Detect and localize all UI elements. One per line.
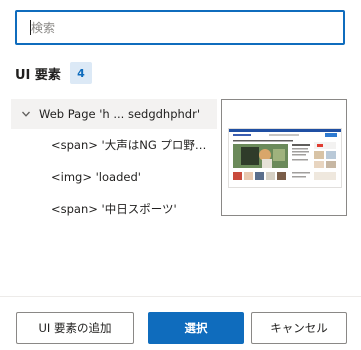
- tree-item-span-2[interactable]: <span> '中日スポーツ': [11, 193, 217, 225]
- tree-item-span-1[interactable]: <span> '大声はNG プロ野球キ...: [11, 129, 217, 161]
- tree-item-web-page[interactable]: Web Page 'h ... sedgdhphdr': [11, 99, 217, 129]
- add-ui-element-button[interactable]: UI 要素の追加: [16, 312, 134, 344]
- footer-divider: [0, 296, 361, 297]
- ui-elements-tree: Web Page 'h ... sedgdhphdr' <span> '大声はN…: [11, 99, 217, 225]
- tree-item-label: <span> '大声はNG プロ野球キ...: [51, 138, 217, 152]
- tree-item-img[interactable]: <img> 'loaded': [11, 161, 217, 193]
- ui-elements-dialog: UI 要素 4 Web Page 'h ... sedgdhphdr' <spa…: [0, 0, 361, 350]
- tree-item-label: Web Page 'h ... sedgdhphdr': [39, 107, 200, 121]
- cancel-button[interactable]: キャンセル: [251, 312, 347, 344]
- count-badge: 4: [69, 62, 92, 84]
- tree-item-label: <img> 'loaded': [51, 170, 141, 184]
- text-caret: [30, 20, 31, 35]
- thumbnail-image: [229, 129, 341, 187]
- search-box[interactable]: [15, 10, 345, 45]
- element-preview: [221, 99, 347, 216]
- search-input[interactable]: [17, 12, 343, 43]
- tree-item-label: <span> '中日スポーツ': [51, 202, 177, 216]
- section-title: UI 要素: [15, 67, 61, 83]
- chevron-down-icon[interactable]: [21, 109, 31, 119]
- ui-elements-header: UI 要素 4: [15, 62, 92, 84]
- select-button[interactable]: 選択: [148, 312, 244, 344]
- web-page-thumbnail: [228, 128, 342, 188]
